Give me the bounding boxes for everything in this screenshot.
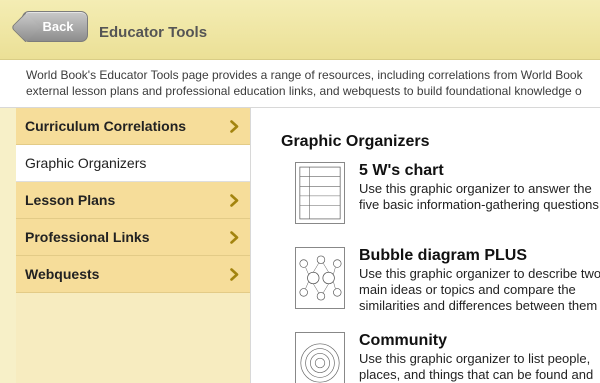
back-button-wrap[interactable]: Back (22, 11, 88, 42)
section-title: Graphic Organizers (281, 133, 430, 150)
chevron-right-icon (230, 267, 239, 281)
description-line-1: World Book's Educator Tools page provide… (26, 68, 583, 82)
sidebar-item-label: Graphic Organizers (25, 155, 147, 171)
5ws-chart-thumbnail-icon (295, 162, 345, 224)
sidebar: Curriculum Correlations Graphic Organize… (16, 108, 250, 383)
chevron-right-icon (230, 119, 239, 133)
chevron-right-icon (230, 193, 239, 207)
organizer-name[interactable]: Community (359, 332, 447, 350)
organizer-description: Use this graphic organizer to describe t… (359, 266, 600, 313)
back-button[interactable]: Back (22, 11, 88, 42)
organizer-name[interactable]: Bubble diagram PLUS (359, 247, 527, 265)
sidebar-item-label: Lesson Plans (25, 192, 116, 208)
sidebar-item-label: Professional Links (25, 229, 150, 245)
chevron-right-icon (230, 230, 239, 244)
sidebar-item-professional-links[interactable]: Professional Links (16, 219, 250, 256)
sidebar-item-label: Webquests (25, 266, 100, 282)
organizer-name[interactable]: 5 W's chart (359, 162, 444, 180)
main-content: Graphic Organizers 5 W's chart Use this … (250, 108, 600, 383)
organizer-description: Use this graphic organizer to answer the… (359, 181, 599, 212)
sidebar-item-webquests[interactable]: Webquests (16, 256, 250, 293)
sidebar-item-graphic-organizers[interactable]: Graphic Organizers (16, 145, 250, 182)
sidebar-item-label: Curriculum Correlations (25, 118, 187, 134)
organizer-description: Use this graphic organizer to list peopl… (359, 351, 594, 382)
page-description: World Book's Educator Tools page provide… (0, 60, 600, 108)
page-title: Educator Tools (99, 24, 208, 41)
top-bar: Back Educator Tools (0, 0, 600, 60)
sidebar-item-curriculum-correlations[interactable]: Curriculum Correlations (16, 108, 250, 145)
description-line-2: external lesson plans and professional e… (26, 84, 582, 98)
bubble-diagram-thumbnail-icon (295, 247, 345, 309)
community-thumbnail-icon (295, 332, 345, 383)
sidebar-item-lesson-plans[interactable]: Lesson Plans (16, 182, 250, 219)
